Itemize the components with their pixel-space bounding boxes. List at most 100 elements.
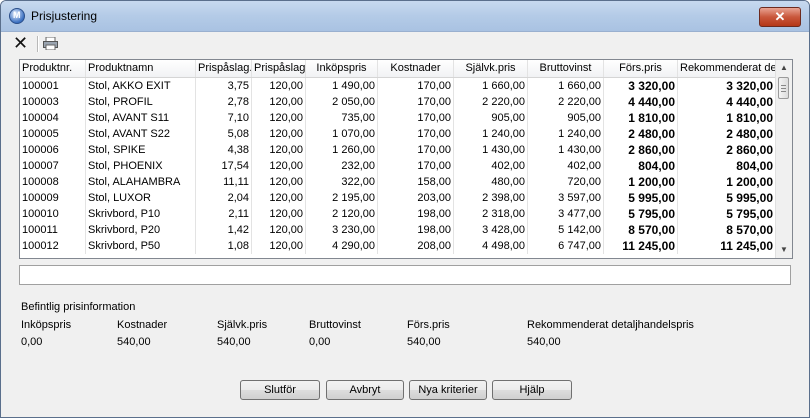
table-cell[interactable]: 2 195,00 bbox=[306, 190, 378, 206]
table-cell[interactable]: 402,00 bbox=[454, 158, 528, 174]
grid-vertical-scrollbar[interactable]: ▲ ▼ bbox=[775, 60, 792, 258]
table-cell[interactable]: 2 220,00 bbox=[454, 94, 528, 110]
table-cell[interactable]: 120,00 bbox=[252, 78, 306, 94]
table-cell[interactable]: 100008 bbox=[20, 174, 86, 190]
table-cell[interactable]: 1 260,00 bbox=[306, 142, 378, 158]
table-cell[interactable]: 720,00 bbox=[528, 174, 604, 190]
table-cell[interactable]: 2 318,00 bbox=[454, 206, 528, 222]
table-row[interactable]: 100001 Stol, AKKO EXIT 3,75 120,00 1 490,00 1… bbox=[20, 78, 776, 94]
table-cell[interactable]: 5 795,00 bbox=[678, 206, 776, 222]
cancel-button[interactable]: Avbryt bbox=[326, 380, 404, 400]
table-cell[interactable]: 11 245,00 bbox=[678, 238, 776, 254]
table-cell[interactable]: 100011 bbox=[20, 222, 86, 238]
table-cell[interactable]: 120,00 bbox=[252, 190, 306, 206]
table-cell[interactable]: 2 860,00 bbox=[678, 142, 776, 158]
table-cell[interactable]: 120,00 bbox=[252, 94, 306, 110]
table-cell[interactable]: 4,38 bbox=[196, 142, 252, 158]
col-header-produktnr[interactable]: Produktnr. bbox=[20, 60, 86, 77]
table-row[interactable]: 100012 Skrivbord, P50 1,08 120,00 4 290,00 20… bbox=[20, 238, 776, 254]
table-cell[interactable]: 4 440,00 bbox=[604, 94, 678, 110]
table-cell[interactable]: 3 597,00 bbox=[528, 190, 604, 206]
table-cell[interactable]: 7,10 bbox=[196, 110, 252, 126]
table-cell[interactable]: 2 050,00 bbox=[306, 94, 378, 110]
table-cell[interactable]: 120,00 bbox=[252, 222, 306, 238]
table-cell[interactable]: 11 245,00 bbox=[604, 238, 678, 254]
table-cell[interactable]: 100006 bbox=[20, 142, 86, 158]
close-button[interactable]: ✕ bbox=[759, 7, 801, 27]
product-price-grid[interactable]: Produktnr. Produktnamn Prispåslag. Prisp… bbox=[19, 59, 793, 259]
table-cell[interactable]: 100004 bbox=[20, 110, 86, 126]
table-row[interactable]: 100007 Stol, PHOENIX 17,54 120,00 232,00 170,… bbox=[20, 158, 776, 174]
table-cell[interactable]: 100012 bbox=[20, 238, 86, 254]
delete-x-icon[interactable]: ✕ bbox=[13, 34, 28, 52]
table-cell[interactable]: 17,54 bbox=[196, 158, 252, 174]
table-cell[interactable]: 4 440,00 bbox=[678, 94, 776, 110]
table-cell[interactable]: Skrivbord, P10 bbox=[86, 206, 196, 222]
table-cell[interactable]: Stol, PROFIL bbox=[86, 94, 196, 110]
col-header-inkopspris[interactable]: Inköpspris bbox=[306, 60, 378, 77]
table-cell[interactable]: 3,75 bbox=[196, 78, 252, 94]
table-cell[interactable]: 3 320,00 bbox=[678, 78, 776, 94]
print-icon[interactable] bbox=[43, 37, 58, 50]
table-cell[interactable]: 6 747,00 bbox=[528, 238, 604, 254]
table-cell[interactable]: 120,00 bbox=[252, 238, 306, 254]
table-cell[interactable]: 2,11 bbox=[196, 206, 252, 222]
table-cell[interactable]: 100003 bbox=[20, 94, 86, 110]
table-cell[interactable]: 3 320,00 bbox=[604, 78, 678, 94]
table-cell[interactable]: Skrivbord, P50 bbox=[86, 238, 196, 254]
table-cell[interactable]: 2 480,00 bbox=[678, 126, 776, 142]
table-cell[interactable]: 1 810,00 bbox=[678, 110, 776, 126]
table-cell[interactable]: 735,00 bbox=[306, 110, 378, 126]
table-cell[interactable]: Stol, ALAHAMBRA bbox=[86, 174, 196, 190]
col-header-kostnader[interactable]: Kostnader bbox=[378, 60, 454, 77]
table-cell[interactable]: 170,00 bbox=[378, 94, 454, 110]
table-cell[interactable]: 1 660,00 bbox=[454, 78, 528, 94]
table-cell[interactable]: 2 860,00 bbox=[604, 142, 678, 158]
table-cell[interactable]: 5,08 bbox=[196, 126, 252, 142]
table-cell[interactable]: 170,00 bbox=[378, 78, 454, 94]
table-cell[interactable]: 1 200,00 bbox=[604, 174, 678, 190]
table-cell[interactable]: 1 240,00 bbox=[454, 126, 528, 142]
scroll-down-icon[interactable]: ▼ bbox=[780, 245, 788, 254]
table-cell[interactable]: 120,00 bbox=[252, 174, 306, 190]
table-row[interactable]: 100003 Stol, PROFIL 2,78 120,00 2 050,00 170,… bbox=[20, 94, 776, 110]
table-cell[interactable]: 2 220,00 bbox=[528, 94, 604, 110]
col-header-prispaslag-pct[interactable]: Prispåslag. bbox=[196, 60, 252, 77]
table-cell[interactable]: 120,00 bbox=[252, 206, 306, 222]
title-bar[interactable]: Prisjustering ✕ bbox=[1, 1, 809, 32]
table-cell[interactable]: 4 498,00 bbox=[454, 238, 528, 254]
table-cell[interactable]: 100010 bbox=[20, 206, 86, 222]
table-cell[interactable]: Stol, SPIKE bbox=[86, 142, 196, 158]
table-cell[interactable]: 100005 bbox=[20, 126, 86, 142]
table-cell[interactable]: 804,00 bbox=[678, 158, 776, 174]
table-cell[interactable]: 208,00 bbox=[378, 238, 454, 254]
table-cell[interactable]: 3 477,00 bbox=[528, 206, 604, 222]
table-cell[interactable]: 2 398,00 bbox=[454, 190, 528, 206]
table-cell[interactable]: 1 490,00 bbox=[306, 78, 378, 94]
table-cell[interactable]: 3 230,00 bbox=[306, 222, 378, 238]
col-header-forspris[interactable]: Förs.pris bbox=[604, 60, 678, 77]
col-header-produktnamn[interactable]: Produktnamn bbox=[86, 60, 196, 77]
table-cell[interactable]: Skrivbord, P20 bbox=[86, 222, 196, 238]
table-cell[interactable]: 1 200,00 bbox=[678, 174, 776, 190]
table-cell[interactable]: 905,00 bbox=[454, 110, 528, 126]
table-row[interactable]: 100009 Stol, LUXOR 2,04 120,00 2 195,00 203,0… bbox=[20, 190, 776, 206]
new-criteria-button[interactable]: Nya kriterier bbox=[409, 380, 487, 400]
table-cell[interactable]: 100001 bbox=[20, 78, 86, 94]
table-cell[interactable]: 2,04 bbox=[196, 190, 252, 206]
table-cell[interactable]: 232,00 bbox=[306, 158, 378, 174]
table-cell[interactable]: Stol, AVANT S22 bbox=[86, 126, 196, 142]
table-cell[interactable]: 120,00 bbox=[252, 142, 306, 158]
col-header-bruttovinst[interactable]: Bruttovinst bbox=[528, 60, 604, 77]
finish-button[interactable]: Slutför bbox=[240, 380, 320, 400]
table-cell[interactable]: 198,00 bbox=[378, 206, 454, 222]
table-cell[interactable]: 170,00 bbox=[378, 126, 454, 142]
table-cell[interactable]: 120,00 bbox=[252, 158, 306, 174]
table-cell[interactable]: 322,00 bbox=[306, 174, 378, 190]
table-row[interactable]: 100005 Stol, AVANT S22 5,08 120,00 1 070,00 1… bbox=[20, 126, 776, 142]
table-cell[interactable]: 1 070,00 bbox=[306, 126, 378, 142]
table-cell[interactable]: 5 995,00 bbox=[604, 190, 678, 206]
col-header-rekommenderat[interactable]: Rekommenderat det bbox=[678, 60, 776, 77]
table-cell[interactable]: 905,00 bbox=[528, 110, 604, 126]
table-cell[interactable]: 158,00 bbox=[378, 174, 454, 190]
